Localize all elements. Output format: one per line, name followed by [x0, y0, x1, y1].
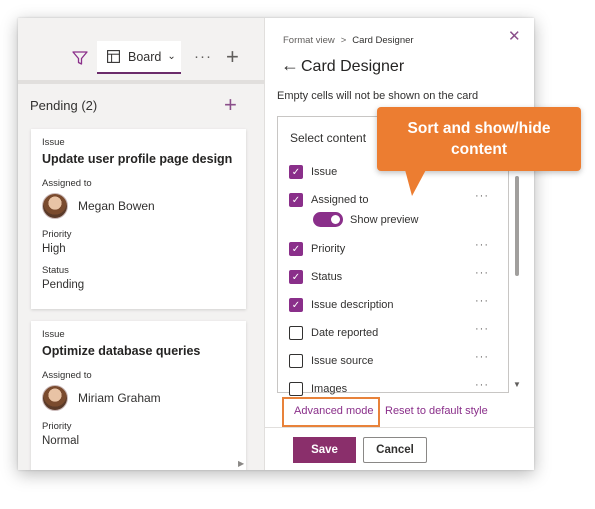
- hint-text: Empty cells will not be shown on the car…: [277, 90, 479, 102]
- show-preview-row: Show preview: [313, 212, 418, 227]
- add-view-button[interactable]: +: [226, 44, 239, 70]
- show-preview-label: Show preview: [350, 213, 419, 226]
- board-view-label: Board: [128, 49, 162, 64]
- field-label: Date reported: [311, 327, 379, 339]
- reset-default-style-link[interactable]: Reset to default style: [385, 405, 488, 417]
- field-label: Status: [311, 271, 343, 283]
- person-name: Megan Bowen: [78, 199, 155, 213]
- save-button[interactable]: Save: [293, 437, 356, 463]
- card-title: Optimize database queries: [42, 344, 201, 358]
- board-pane: Board ⌄ ··· + Pending (2) + Issue Update…: [18, 18, 264, 470]
- checkbox-icon[interactable]: [289, 382, 303, 396]
- field-label: Images: [311, 383, 348, 395]
- board-card[interactable]: Issue Update user profile page design As…: [31, 129, 246, 309]
- avatar: [42, 385, 68, 411]
- field-row-issue-description[interactable]: ✓ Issue description: [289, 298, 489, 312]
- field-label: Issue: [311, 166, 338, 178]
- callout-tail: [404, 166, 428, 196]
- footer-divider: [265, 427, 534, 428]
- field-row-issue-source[interactable]: Issue source: [289, 354, 489, 368]
- card-priority-value: High: [42, 243, 66, 255]
- scroll-right-icon[interactable]: ▶: [238, 459, 244, 468]
- card-issue-label: Issue: [42, 137, 65, 148]
- checkbox-checked-icon[interactable]: ✓: [289, 270, 303, 284]
- card-person: Miriam Graham: [42, 385, 235, 411]
- breadcrumb-current: Card Designer: [352, 35, 414, 46]
- callout-line-1: Sort and show/hide: [407, 120, 551, 137]
- field-label: Assigned to: [311, 194, 369, 206]
- field-row-images[interactable]: Images: [289, 382, 489, 396]
- card-designer-panel: Format view > Card Designer ✕ ← Card Desig…: [264, 18, 534, 470]
- group-title: Pending (2): [30, 98, 98, 113]
- card-assigned-label: Assigned to: [42, 178, 92, 189]
- filter-icon[interactable]: [70, 48, 90, 68]
- callout-annotation: Sort and show/hide content: [377, 107, 581, 171]
- card-person: Megan Bowen: [42, 193, 235, 219]
- field-label: Priority: [311, 243, 346, 255]
- cancel-button[interactable]: Cancel: [363, 437, 427, 463]
- field-row-status[interactable]: ✓ Status: [289, 270, 489, 284]
- field-label: Issue source: [311, 355, 374, 367]
- column-divider: [18, 80, 264, 84]
- checkbox-checked-icon[interactable]: ✓: [289, 242, 303, 256]
- checkbox-icon[interactable]: [289, 354, 303, 368]
- avatar: [42, 193, 68, 219]
- show-preview-toggle[interactable]: [313, 212, 343, 227]
- checkbox-checked-icon[interactable]: ✓: [289, 298, 303, 312]
- card-priority-label: Priority: [42, 229, 72, 240]
- field-row-date-reported[interactable]: Date reported: [289, 326, 489, 340]
- card-status-label: Status: [42, 265, 69, 276]
- chevron-down-icon: ⌄: [167, 51, 176, 62]
- card-assigned-label: Assigned to: [42, 370, 92, 381]
- field-more-options-button[interactable]: ···: [475, 379, 489, 391]
- board-card[interactable]: Issue Optimize database queries Assigned…: [31, 321, 246, 470]
- field-more-options-button[interactable]: ···: [475, 323, 489, 335]
- select-content-label: Select content: [290, 131, 367, 145]
- card-priority-label: Priority: [42, 421, 72, 432]
- field-row-assigned-to[interactable]: ✓ Assigned to: [289, 193, 489, 207]
- checkbox-checked-icon[interactable]: ✓: [289, 165, 303, 179]
- field-more-options-button[interactable]: ···: [475, 351, 489, 363]
- page-title: Card Designer: [301, 58, 405, 75]
- board-view-button[interactable]: Board ⌄: [97, 41, 181, 74]
- field-more-options-button[interactable]: ···: [475, 267, 489, 279]
- breadcrumb: Format view > Card Designer: [283, 35, 414, 46]
- checkbox-checked-icon[interactable]: ✓: [289, 193, 303, 207]
- advanced-mode-link[interactable]: Advanced mode: [294, 405, 374, 417]
- scroll-down-icon[interactable]: ▼: [513, 380, 521, 389]
- field-more-options-button[interactable]: ···: [475, 190, 489, 202]
- back-arrow-icon[interactable]: ←: [281, 55, 299, 76]
- breadcrumb-separator: >: [340, 35, 347, 46]
- board-toolbar: Board ⌄ ··· +: [18, 18, 264, 80]
- more-options-button[interactable]: ···: [194, 48, 212, 65]
- callout-line-2: content: [451, 141, 507, 158]
- field-label: Issue description: [311, 299, 394, 311]
- board-icon: [107, 50, 120, 63]
- checkbox-icon[interactable]: [289, 326, 303, 340]
- content-scrollbar[interactable]: [515, 176, 519, 276]
- field-row-priority[interactable]: ✓ Priority: [289, 242, 489, 256]
- card-priority-value: Normal: [42, 435, 80, 447]
- card-status-value: Pending: [42, 279, 85, 291]
- field-more-options-button[interactable]: ···: [475, 295, 489, 307]
- app-window: Board ⌄ ··· + Pending (2) + Issue Update…: [18, 18, 534, 470]
- field-more-options-button[interactable]: ···: [475, 239, 489, 251]
- person-name: Miriam Graham: [78, 391, 161, 405]
- breadcrumb-format-view[interactable]: Format view: [283, 35, 335, 46]
- close-icon[interactable]: ✕: [508, 27, 521, 45]
- card-issue-label: Issue: [42, 329, 65, 340]
- card-title: Update user profile page design: [42, 152, 233, 166]
- add-item-button[interactable]: +: [224, 92, 237, 118]
